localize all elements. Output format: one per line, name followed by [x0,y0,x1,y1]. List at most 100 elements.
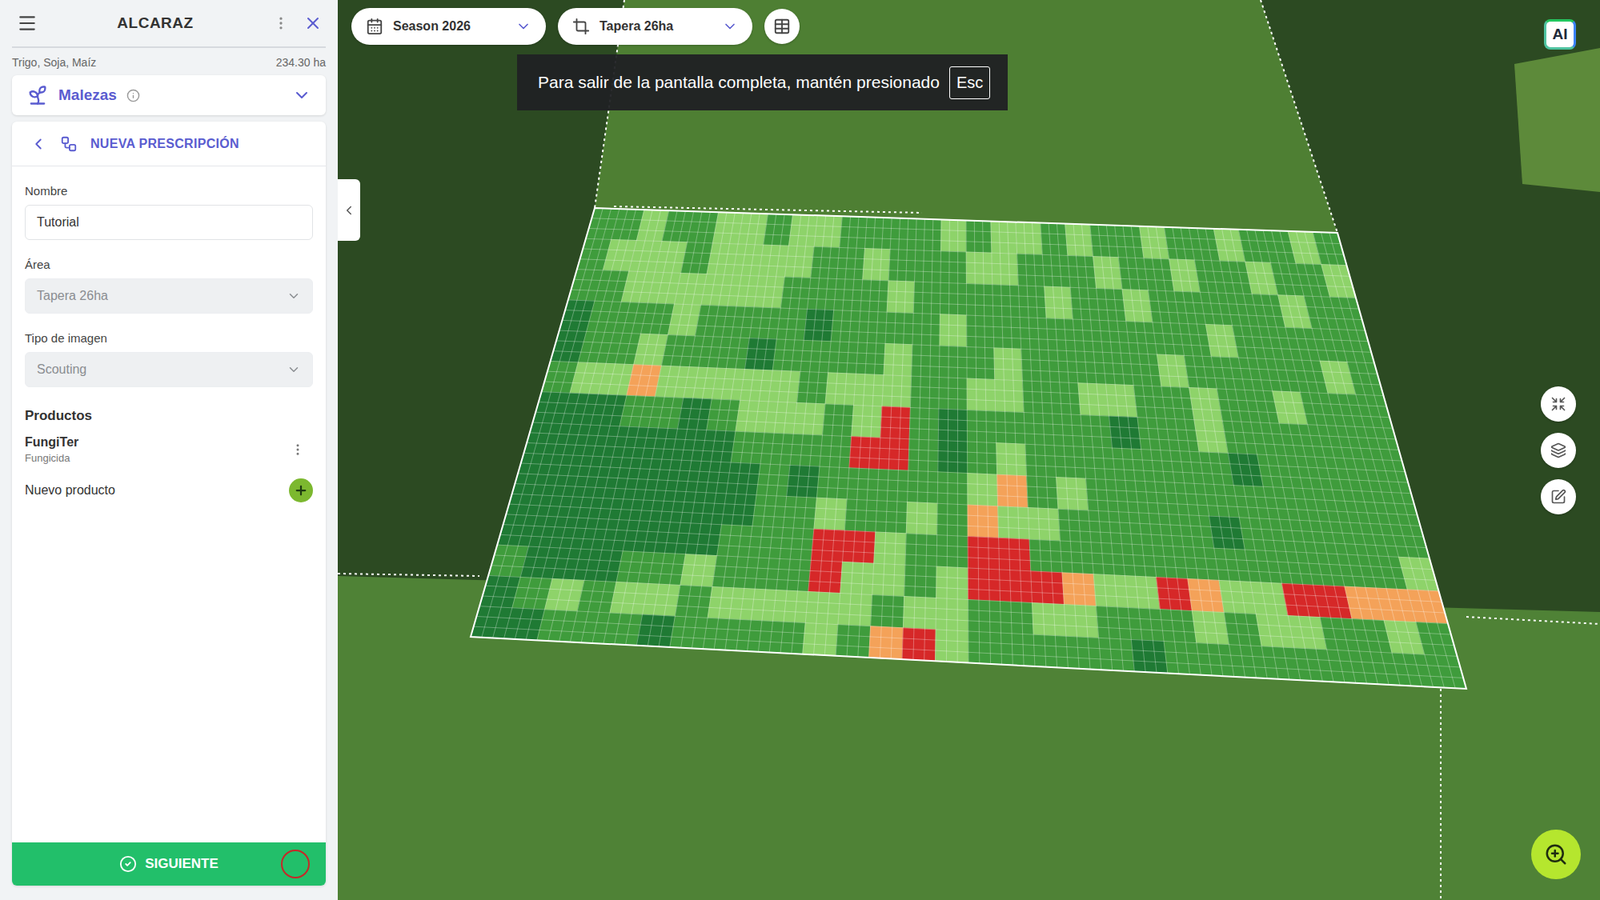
text-input[interactable]: Tutorial [24,204,313,241]
heatmap-cell [1080,415,1112,449]
heatmap-cell [851,405,883,438]
heatmap-cell [776,308,807,341]
field-label: Nombre [24,184,313,198]
sidebar-header: ALCARAZ [12,0,326,49]
map[interactable]: Season 2026Tapera 26haPara salir de la p… [337,0,1600,900]
heatmap-cell [938,345,967,379]
heatmap-cell [865,216,893,249]
collapse-sidebar-button[interactable] [337,179,361,241]
heatmap-cell [906,502,938,536]
panel-header: NUEVA PRESCRIPCIÓN [12,121,326,167]
add-product-button[interactable] [288,478,313,503]
products-title: Productos [24,408,313,425]
heatmap-cell [1133,385,1166,419]
crops: Trigo, Soja, Maíz [12,56,97,69]
heatmap-cell [736,619,774,653]
field-label: Área [24,257,313,272]
heatmap-cell [967,441,998,475]
heatmap-cell [764,401,798,435]
more-icon[interactable] [272,15,289,32]
heatmap-cell [1018,285,1047,319]
shrink-icon [1550,396,1567,413]
grid-line [541,392,1393,430]
heatmap-cell [807,277,838,310]
grid-line [482,596,1455,646]
layers-button[interactable] [1540,433,1576,469]
heatmap-cell [940,282,967,316]
heatmap-cell [1196,643,1235,678]
farm-title: ALCARAZ [116,14,193,33]
heatmap-cell [825,372,856,406]
info-icon[interactable] [126,88,141,103]
heatmap-cell [1124,576,1160,610]
heatmap-cell [1065,224,1094,257]
grid-line [497,545,1439,592]
zoom-in-icon [1543,842,1568,867]
heatmap-cell [653,521,691,555]
layer-selector[interactable]: Malezas [12,75,326,116]
heatmap-cell [1178,514,1215,549]
heatmap-cell [912,312,941,346]
heatmap-cell [744,557,780,591]
heatmap-cell [752,495,787,529]
heatmap-cell [870,595,905,629]
edit-button[interactable] [1540,479,1576,515]
heatmap-cell [740,589,777,622]
heatmap-cell [937,503,968,537]
heatmap-cell [908,439,939,473]
heatmap-cell [1001,633,1035,667]
add-product-label: Nuevo producto [24,483,116,498]
grid-line [533,422,1403,462]
heatmap-cell [603,613,643,646]
heatmap-cell [1381,492,1421,526]
heatmap-cell [760,433,794,466]
zoom-button[interactable] [1531,830,1581,880]
heatmap-cell [789,433,823,467]
heatmap-cell [915,218,942,252]
heatmap-cell [748,526,784,560]
form-field: Nombre Tutorial [24,166,313,241]
field-label: Tapera 26ha [599,19,674,34]
heatmap-cell [707,587,745,621]
heatmap-cell [904,565,938,598]
heatmap-cell [1203,484,1240,518]
field-label: Tipo de imagen [24,331,313,345]
grid-line [494,555,1443,603]
check-icon [119,855,137,874]
heatmap-cell [1109,416,1142,450]
field-selector[interactable]: Tapera 26ha [557,8,753,45]
close-icon[interactable] [303,13,323,33]
field-value: Tutorial [36,215,80,230]
next-button[interactable]: SIGUIENTE [12,842,326,887]
exit-fullscreen-button[interactable] [1540,386,1576,422]
heatmap-cell [936,566,969,600]
ai-button[interactable]: AI [1543,19,1576,50]
heatmap-cell [671,429,707,462]
heatmap-cell [910,376,939,410]
heatmap-cell [858,311,887,345]
grid-line [565,310,1368,342]
heatmap-cell [842,530,876,564]
heatmap-cell [1095,606,1131,641]
heatmap-cell [1148,513,1183,548]
heatmap-cell [1019,317,1049,351]
heatmap-cell [935,629,970,664]
heatmap-cell [1033,634,1068,669]
more-icon[interactable] [290,442,305,458]
back-icon[interactable] [29,135,48,153]
heatmap-cell [938,409,967,442]
season-selector[interactable]: Season 2026 [351,8,546,45]
heatmap-cell [1042,254,1071,288]
heatmap-cell [773,590,809,624]
heatmap-cell [712,556,749,590]
heatmap-cell [819,435,852,469]
heatmap-cell [779,527,815,561]
heatmap-cell [968,631,1003,666]
heatmap-cell [745,338,778,371]
field-icon [572,17,590,36]
grid-line [535,412,1400,450]
layers-icon [1550,442,1567,459]
table-button[interactable] [764,8,800,45]
menu-icon[interactable] [16,12,38,34]
grid-line [585,238,1348,265]
